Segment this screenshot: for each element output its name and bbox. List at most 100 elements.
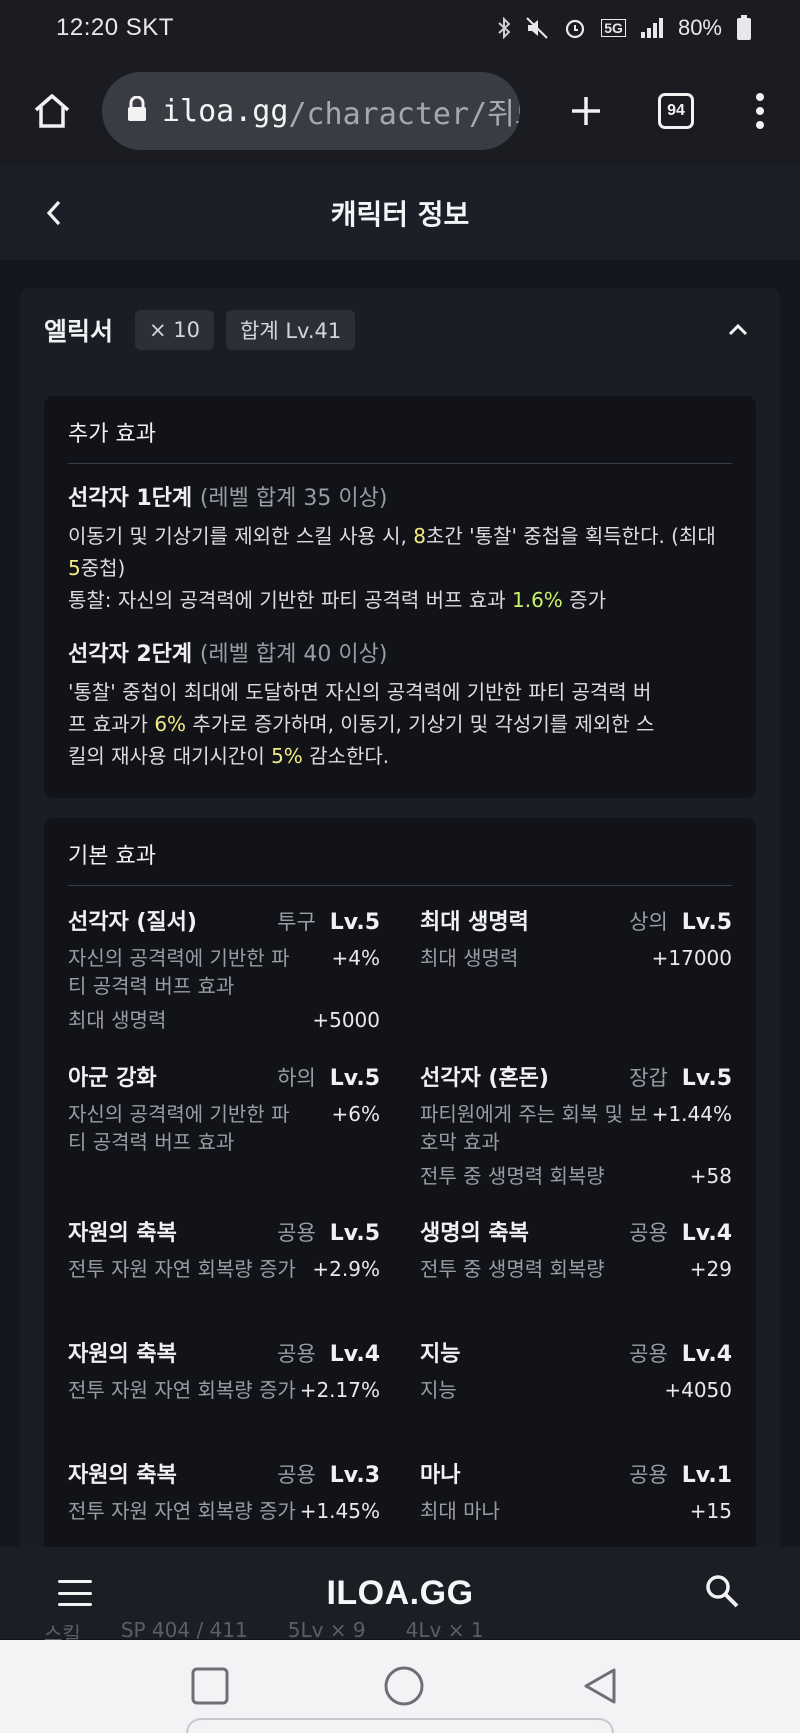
effect-item: 마나 공용 Lv.1 최대 마나 +15	[420, 1457, 732, 1525]
effect-item: 선각자 (질서) 투구 Lv.5 자신의 공격력에 기반한 파티 공격력 버프 효과…	[68, 904, 380, 1034]
android-nav-bar	[0, 1640, 800, 1733]
bluetooth-icon	[497, 17, 511, 39]
home-icon	[34, 94, 70, 128]
effect-slot: 공용	[629, 1221, 668, 1245]
effect-level: Lv.3	[329, 1463, 380, 1488]
effect-level: Lv.4	[681, 1221, 732, 1246]
tier-1-condition: (레벨 합계 35 이상)	[199, 486, 388, 511]
effect-level: Lv.5	[681, 1066, 732, 1091]
effect-slot: 공용	[277, 1463, 316, 1487]
effect-name: 선각자 (질서)	[68, 910, 197, 935]
effect-item: 최대 생명력 상의 Lv.5 최대 생명력 +17000	[420, 904, 732, 972]
base-effects-panel: 기본 효과 선각자 (질서) 투구 Lv.5 자신의 공격력에 기반한 파티 공격력…	[44, 818, 756, 1547]
elixir-count-chip: × 10	[135, 310, 215, 350]
chevron-up-icon	[728, 323, 748, 336]
mute-icon	[525, 16, 549, 40]
effect-level: Lv.1	[681, 1463, 732, 1488]
tier-2-desc: '통찰' 중첩이 최대에 도달하면 자신의 공격력에 기반한 파티 공격력 버프…	[68, 680, 655, 768]
effect-slot: 공용	[629, 1342, 668, 1366]
additional-effects-title: 추가 효과	[68, 396, 732, 464]
collapse-button[interactable]	[720, 312, 756, 348]
chevron-left-icon	[46, 200, 61, 226]
tier-1: 선각자 1단계 (레벨 합계 35 이상) 이동기 및 기상기를 제외한 스킬 …	[68, 480, 732, 616]
tier-1-desc: 이동기 및 기상기를 제외한 스킬 사용 시, 8초간 '통찰' 중첩을 획득한…	[68, 524, 716, 612]
effect-level: Lv.4	[329, 1342, 380, 1367]
effect-stat: 자신의 공격력에 기반한 파티 공격력 버프 효과 +6%	[68, 1102, 380, 1154]
battery-percent: 80%	[677, 15, 722, 40]
effect-slot: 투구	[277, 910, 316, 934]
elixir-header[interactable]: 엘릭서 × 10 합계 Lv.41	[44, 308, 756, 352]
back-nav-button[interactable]	[574, 1660, 626, 1712]
effect-slot: 공용	[629, 1463, 668, 1487]
back-triangle-icon	[584, 1668, 616, 1704]
elixir-card: 엘릭서 × 10 합계 Lv.41 추가 효과 선각자 1단계 (레벨 합계 3…	[20, 288, 780, 1547]
content-area: 엘릭서 × 10 합계 Lv.41 추가 효과 선각자 1단계 (레벨 합계 3…	[0, 260, 800, 1547]
recent-apps-icon	[191, 1667, 229, 1705]
effect-name: 자원의 축복	[68, 1463, 177, 1488]
effect-item: 선각자 (혼돈) 장갑 Lv.5 파티원에게 주는 회복 및 보호막 효과 +1.44…	[420, 1060, 732, 1190]
tab-switcher-button[interactable]: 94	[658, 93, 694, 129]
effect-stat: 최대 생명력 +5000	[68, 1008, 380, 1032]
alarm-icon	[563, 16, 587, 40]
plus-icon	[572, 97, 600, 125]
hamburger-menu-icon[interactable]	[58, 1580, 92, 1606]
elixir-title: 엘릭서	[44, 317, 114, 346]
skill-section-title: 스킬	[44, 1622, 81, 1642]
tier-1-name: 선각자 1단계	[68, 486, 193, 511]
effect-name: 자원의 축복	[68, 1221, 177, 1246]
effect-item: 아군 강화 하의 Lv.5 자신의 공격력에 기반한 파티 공격력 버프 효과 +6%	[68, 1060, 380, 1156]
status-bar: 12:20 SKT 5G 80%	[0, 0, 800, 56]
home-nav-button[interactable]	[378, 1660, 430, 1712]
more-menu-icon[interactable]	[752, 93, 768, 129]
skill-count-a: 5Lv × 9	[287, 1618, 366, 1642]
effect-level: Lv.5	[329, 1221, 380, 1246]
effect-slot: 상의	[629, 910, 668, 934]
address-bar[interactable]: iloa.gg/character/쥐도	[102, 72, 520, 150]
home-button[interactable]	[28, 87, 76, 135]
tier-2-name: 선각자 2단계	[68, 642, 193, 667]
effect-slot: 공용	[277, 1221, 316, 1245]
effect-item: 지능 공용 Lv.4 지능 +4050	[420, 1336, 732, 1404]
browser-toolbar: iloa.gg/character/쥐도 94	[0, 56, 800, 166]
effect-name: 선각자 (혼돈)	[420, 1066, 549, 1091]
skill-section-peek: 스킬 SP 404 / 411 5Lv × 9 4Lv × 1	[0, 1618, 800, 1642]
brand-logo[interactable]: ILOA.GG	[0, 1574, 800, 1613]
effect-level: Lv.4	[681, 1342, 732, 1367]
effect-stat: 전투 중 생명력 회복량 +58	[420, 1164, 732, 1188]
effect-level: Lv.5	[329, 910, 380, 935]
page-header: 캐릭터 정보	[0, 166, 800, 260]
home-circle-icon	[384, 1666, 424, 1706]
effect-stat: 파티원에게 주는 회복 및 보호막 효과 +1.44%	[420, 1102, 732, 1154]
effect-stat: 전투 자원 자연 회복량 증가 +2.17%	[68, 1378, 380, 1402]
effect-stat: 지능 +4050	[420, 1378, 732, 1402]
effect-slot: 장갑	[629, 1066, 668, 1090]
status-icons: 5G 80%	[497, 15, 752, 41]
recent-apps-button[interactable]	[184, 1660, 236, 1712]
effect-slot: 공용	[277, 1342, 316, 1366]
effect-item: 자원의 축복 공용 Lv.5 전투 자원 자연 회복량 증가 +2.9%	[68, 1215, 380, 1283]
tier-2: 선각자 2단계 (레벨 합계 40 이상) '통찰' 중첩이 최대에 도달하면 …	[68, 636, 732, 772]
effect-name: 마나	[420, 1463, 461, 1488]
effect-name: 자원의 축복	[68, 1342, 177, 1367]
network-5g-icon: 5G	[601, 19, 626, 37]
skill-count-b: 4Lv × 1	[405, 1618, 484, 1642]
search-icon	[706, 1575, 739, 1608]
effect-slot: 하의	[277, 1066, 316, 1090]
battery-icon	[736, 15, 752, 41]
clock: 12:20 SKT	[56, 14, 174, 41]
effect-item: 자원의 축복 공용 Lv.4 전투 자원 자연 회복량 증가 +2.17%	[68, 1336, 380, 1404]
effect-stat: 전투 자원 자연 회복량 증가 +1.45%	[68, 1499, 380, 1523]
gesture-handle[interactable]	[186, 1718, 614, 1733]
effect-stat: 전투 자원 자연 회복량 증가 +2.9%	[68, 1257, 380, 1281]
elixir-total-chip: 합계 Lv.41	[226, 310, 356, 350]
effect-level: Lv.5	[329, 1066, 380, 1091]
page-title: 캐릭터 정보	[330, 198, 470, 231]
effect-item: 생명의 축복 공용 Lv.4 전투 중 생명력 회복량 +29	[420, 1215, 732, 1283]
back-button[interactable]	[34, 193, 74, 233]
new-tab-button[interactable]	[566, 91, 606, 131]
effect-stat: 최대 생명력 +17000	[420, 946, 732, 970]
effect-stat: 자신의 공격력에 기반한 파티 공격력 버프 효과 +4%	[68, 946, 380, 998]
effect-level: Lv.5	[681, 910, 732, 935]
lock-icon	[126, 95, 148, 126]
search-button[interactable]	[704, 1573, 744, 1613]
